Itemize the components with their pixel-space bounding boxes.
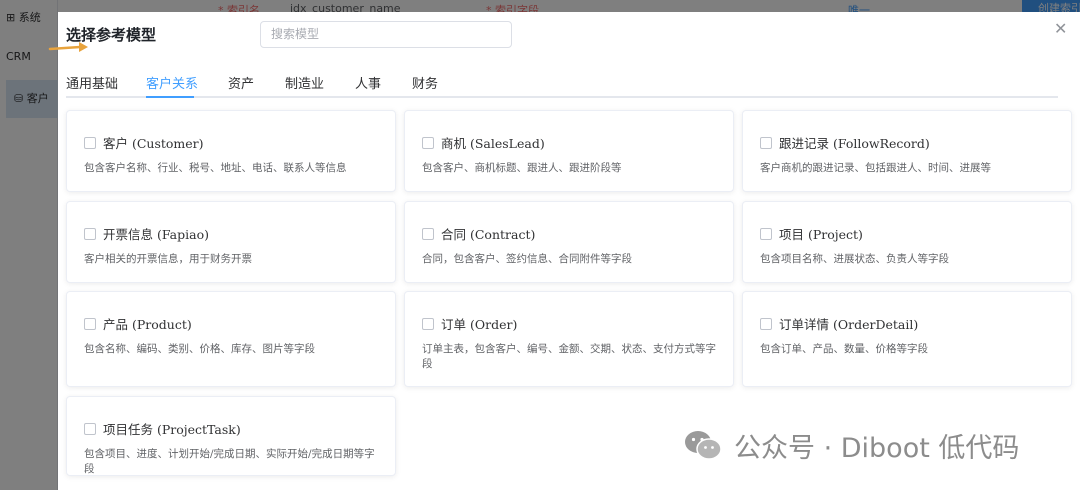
watermark-text: 公众号 · Diboot 低代码 — [734, 432, 1020, 464]
annotation-arrow-icon — [48, 42, 88, 52]
checkbox[interactable] — [760, 318, 772, 330]
model-description: 包含项目名称、进展状态、负责人等字段 — [760, 253, 949, 265]
model-title: 开票信息 (Fapiao) — [103, 227, 209, 242]
model-title: 合同 (Contract) — [441, 227, 536, 242]
model-title: 客户 (Customer) — [103, 136, 204, 151]
tab-customer-relation[interactable]: 客户关系 — [146, 73, 198, 92]
checkbox[interactable] — [760, 228, 772, 240]
model-card-product[interactable]: 产品 (Product) 包含名称、编码、类别、价格、库存、图片等字段 — [66, 291, 396, 387]
model-description: 包含客户、商机标题、跟进人、跟进阶段等 — [422, 162, 622, 174]
model-description: 包含名称、编码、类别、价格、库存、图片等字段 — [84, 343, 315, 355]
select-reference-model-dialog: 选择参考模型 ✕ 通用基础 客户关系 资产 制造业 人事 财务 客户 (Cust… — [48, 12, 1080, 490]
tab-manufacturing[interactable]: 制造业 — [285, 73, 324, 92]
model-card-customer[interactable]: 客户 (Customer) 包含客户名称、行业、税号、地址、电话、联系人等信息 — [66, 110, 396, 192]
model-card-orderdetail[interactable]: 订单详情 (OrderDetail) 包含订单、产品、数量、价格等字段 — [742, 291, 1072, 387]
model-card-order[interactable]: 订单 (Order) 订单主表，包含客户、编号、金额、交期、状态、支付方式等字段 — [404, 291, 734, 387]
model-title: 订单 (Order) — [441, 317, 518, 332]
wechat-icon — [685, 431, 722, 460]
model-description: 包含客户名称、行业、税号、地址、电话、联系人等信息 — [84, 162, 347, 174]
search-model-box — [260, 21, 512, 48]
model-description: 包含订单、产品、数量、价格等字段 — [760, 343, 928, 355]
model-title: 产品 (Product) — [103, 317, 192, 332]
search-model-input[interactable] — [271, 27, 501, 41]
model-card-saleslead[interactable]: 商机 (SalesLead) 包含客户、商机标题、跟进人、跟进阶段等 — [404, 110, 734, 192]
checkbox[interactable] — [760, 137, 772, 149]
category-tabs: 通用基础 客户关系 资产 制造业 人事 财务 — [66, 70, 1058, 98]
model-description: 客户商机的跟进记录、包括跟进人、时间、进展等 — [760, 162, 991, 174]
model-card-followrecord[interactable]: 跟进记录 (FollowRecord) 客户商机的跟进记录、包括跟进人、时间、进… — [742, 110, 1072, 192]
checkbox[interactable] — [422, 228, 434, 240]
tab-hr[interactable]: 人事 — [355, 73, 381, 92]
watermark: 公众号 · Diboot 低代码 — [684, 428, 1020, 464]
model-title: 跟进记录 (FollowRecord) — [779, 136, 930, 151]
model-card-project[interactable]: 项目 (Project) 包含项目名称、进展状态、负责人等字段 — [742, 201, 1072, 283]
tab-finance[interactable]: 财务 — [412, 73, 438, 92]
checkbox[interactable] — [84, 228, 96, 240]
model-title: 项目任务 (ProjectTask) — [103, 422, 241, 437]
model-card-projecttask[interactable]: 项目任务 (ProjectTask) 包含项目、进度、计划开始/完成日期、实际开… — [66, 396, 396, 476]
active-tab-indicator — [146, 96, 194, 98]
model-card-fapiao[interactable]: 开票信息 (Fapiao) 客户相关的开票信息，用于财务开票 — [66, 201, 396, 283]
close-icon[interactable]: ✕ — [1054, 21, 1068, 37]
model-title: 订单详情 (OrderDetail) — [779, 317, 919, 332]
model-title: 商机 (SalesLead) — [441, 136, 545, 151]
checkbox[interactable] — [422, 137, 434, 149]
tab-assets[interactable]: 资产 — [228, 73, 254, 92]
model-description: 客户相关的开票信息，用于财务开票 — [84, 253, 252, 265]
checkbox[interactable] — [422, 318, 434, 330]
model-description: 订单主表，包含客户、编号、金额、交期、状态、支付方式等字段 — [422, 343, 716, 370]
tab-general[interactable]: 通用基础 — [66, 73, 118, 92]
checkbox[interactable] — [84, 423, 96, 435]
model-card-contract[interactable]: 合同 (Contract) 合同，包含客户、签约信息、合同附件等字段 — [404, 201, 734, 283]
checkbox[interactable] — [84, 318, 96, 330]
model-description: 合同，包含客户、签约信息、合同附件等字段 — [422, 253, 632, 265]
model-title: 项目 (Project) — [779, 227, 863, 242]
model-description: 包含项目、进度、计划开始/完成日期、实际开始/完成日期等字段 — [84, 448, 375, 475]
dialog-header: 选择参考模型 ✕ — [48, 12, 1080, 56]
checkbox[interactable] — [84, 137, 96, 149]
